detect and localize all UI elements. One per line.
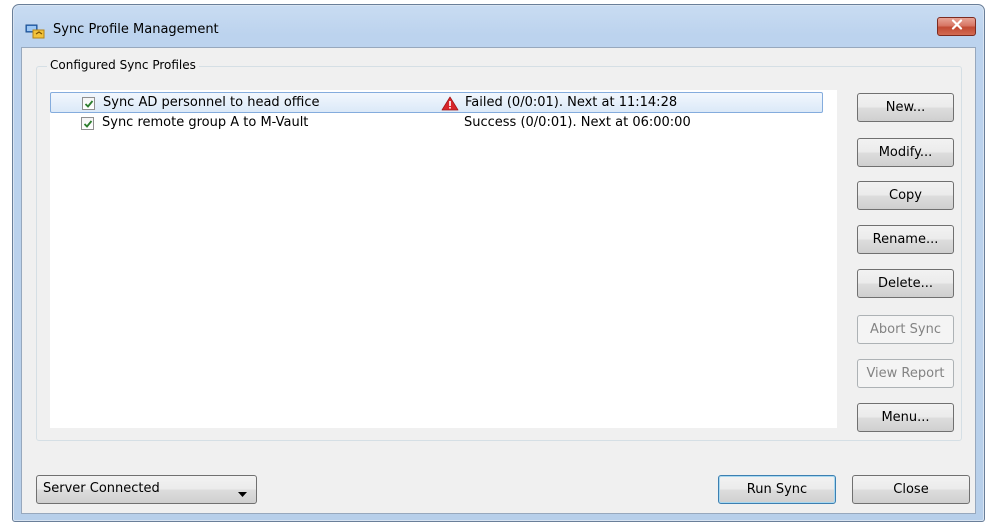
run-sync-button[interactable]: Run Sync: [718, 475, 836, 504]
modify-button[interactable]: Modify...: [857, 138, 954, 167]
profile-1-status: Failed (0/0:01). Next at 11:14:28: [465, 95, 678, 110]
close-button[interactable]: Close: [852, 475, 970, 504]
list-item-profile-1[interactable]: Sync AD personnel to head office Failed …: [50, 92, 823, 113]
profile-1-checkbox[interactable]: [82, 97, 95, 110]
delete-button[interactable]: Delete...: [857, 269, 954, 298]
chevron-down-icon: [238, 487, 247, 502]
view-report-button[interactable]: View Report: [857, 359, 954, 388]
server-status-select[interactable]: Server Connected: [36, 475, 257, 504]
profile-1-name: Sync AD personnel to head office: [103, 95, 320, 110]
title-bar[interactable]: Sync Profile Management: [13, 5, 984, 47]
configured-sync-profiles-group: Configured Sync Profiles Sync AD personn…: [36, 58, 962, 441]
menu-button[interactable]: Menu...: [857, 403, 954, 432]
profile-2-name: Sync remote group A to M-Vault: [102, 115, 309, 130]
close-x-icon: [951, 19, 963, 34]
sync-profile-app-icon: [25, 23, 45, 39]
checkmark-icon: [84, 100, 94, 108]
list-item-profile-2[interactable]: Sync remote group A to M-Vault Success (…: [50, 113, 823, 134]
group-label: Configured Sync Profiles: [47, 58, 199, 72]
profile-2-checkbox[interactable]: [81, 117, 94, 130]
profile-2-status: Success (0/0:01). Next at 06:00:00: [464, 115, 691, 130]
new-button[interactable]: New...: [857, 93, 954, 122]
abort-sync-button[interactable]: Abort Sync: [857, 315, 954, 344]
checkmark-icon: [83, 120, 93, 128]
copy-button[interactable]: Copy: [857, 181, 954, 210]
window-title: Sync Profile Management: [53, 22, 219, 37]
dialog-body: Configured Sync Profiles Sync AD personn…: [21, 47, 976, 514]
close-window-button[interactable]: [937, 17, 976, 36]
sync-profiles-list[interactable]: Sync AD personnel to head office Failed …: [49, 89, 838, 429]
rename-button[interactable]: Rename...: [857, 225, 954, 254]
sync-profile-management-window: Sync Profile Management Configured Sync …: [12, 4, 985, 522]
server-status-value: Server Connected: [43, 481, 160, 496]
